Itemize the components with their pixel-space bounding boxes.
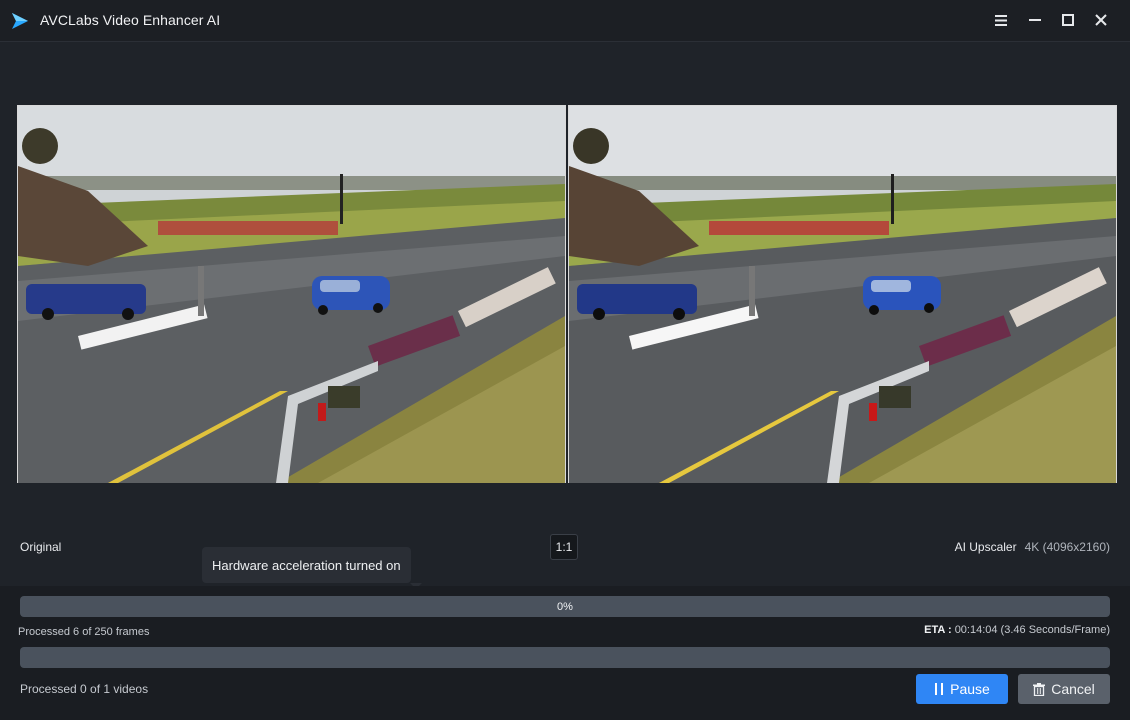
menu-button[interactable] bbox=[990, 9, 1012, 31]
original-video-preview bbox=[17, 105, 566, 483]
cancel-button[interactable]: Cancel bbox=[1018, 674, 1110, 704]
eta-label: ETA : bbox=[924, 624, 952, 636]
race-track-frame-upscaled bbox=[569, 106, 1116, 483]
app-logo-icon bbox=[12, 13, 28, 29]
maximize-icon bbox=[1062, 14, 1074, 26]
preview-area: Original 1:1 AI Upscaler 4K (4096x2160) bbox=[0, 42, 1130, 585]
eta-value: 00:14:04 (3.46 Seconds/Frame) bbox=[954, 624, 1110, 636]
close-icon bbox=[1095, 14, 1107, 26]
videos-progress-bar bbox=[20, 647, 1110, 668]
eta-text: ETA : 00:14:04 (3.46 Seconds/Frame) bbox=[924, 624, 1110, 636]
progress-panel: 0% Processed 6 of 250 frames ETA : 00:14… bbox=[0, 586, 1130, 720]
frames-processed-text: Processed 6 of 250 frames bbox=[18, 626, 150, 638]
tooltip-text: Hardware acceleration turned on bbox=[212, 557, 401, 573]
original-label: Original bbox=[20, 540, 62, 554]
race-track-frame-original bbox=[18, 106, 565, 483]
pause-button[interactable]: Pause bbox=[916, 674, 1008, 704]
frames-progress-percent: 0% bbox=[557, 600, 573, 613]
maximize-button[interactable] bbox=[1057, 9, 1079, 31]
cancel-label: Cancel bbox=[1051, 681, 1095, 697]
pause-icon bbox=[935, 683, 944, 695]
title-bar: AVCLabs Video Enhancer AI bbox=[0, 0, 1130, 42]
upscaler-model-name: AI Upscaler bbox=[954, 540, 1017, 554]
ratio-toggle-button[interactable]: 1:1 bbox=[550, 534, 578, 560]
trash-icon bbox=[1033, 682, 1046, 696]
upscaled-video-preview bbox=[568, 105, 1117, 483]
minimize-icon bbox=[1029, 19, 1041, 21]
hardware-acceleration-tooltip: Hardware acceleration turned on bbox=[202, 547, 422, 589]
minimize-button[interactable] bbox=[1024, 9, 1046, 31]
close-button[interactable] bbox=[1090, 9, 1112, 31]
videos-processed-text: Processed 0 of 1 videos bbox=[20, 682, 149, 696]
upscaler-label: AI Upscaler 4K (4096x2160) bbox=[955, 540, 1110, 554]
upscaler-resolution: 4K (4096x2160) bbox=[1024, 540, 1110, 554]
hamburger-menu-icon bbox=[995, 14, 1007, 26]
frames-progress-bar: 0% bbox=[20, 596, 1110, 617]
pause-label: Pause bbox=[950, 681, 990, 697]
app-title: AVCLabs Video Enhancer AI bbox=[40, 12, 221, 28]
